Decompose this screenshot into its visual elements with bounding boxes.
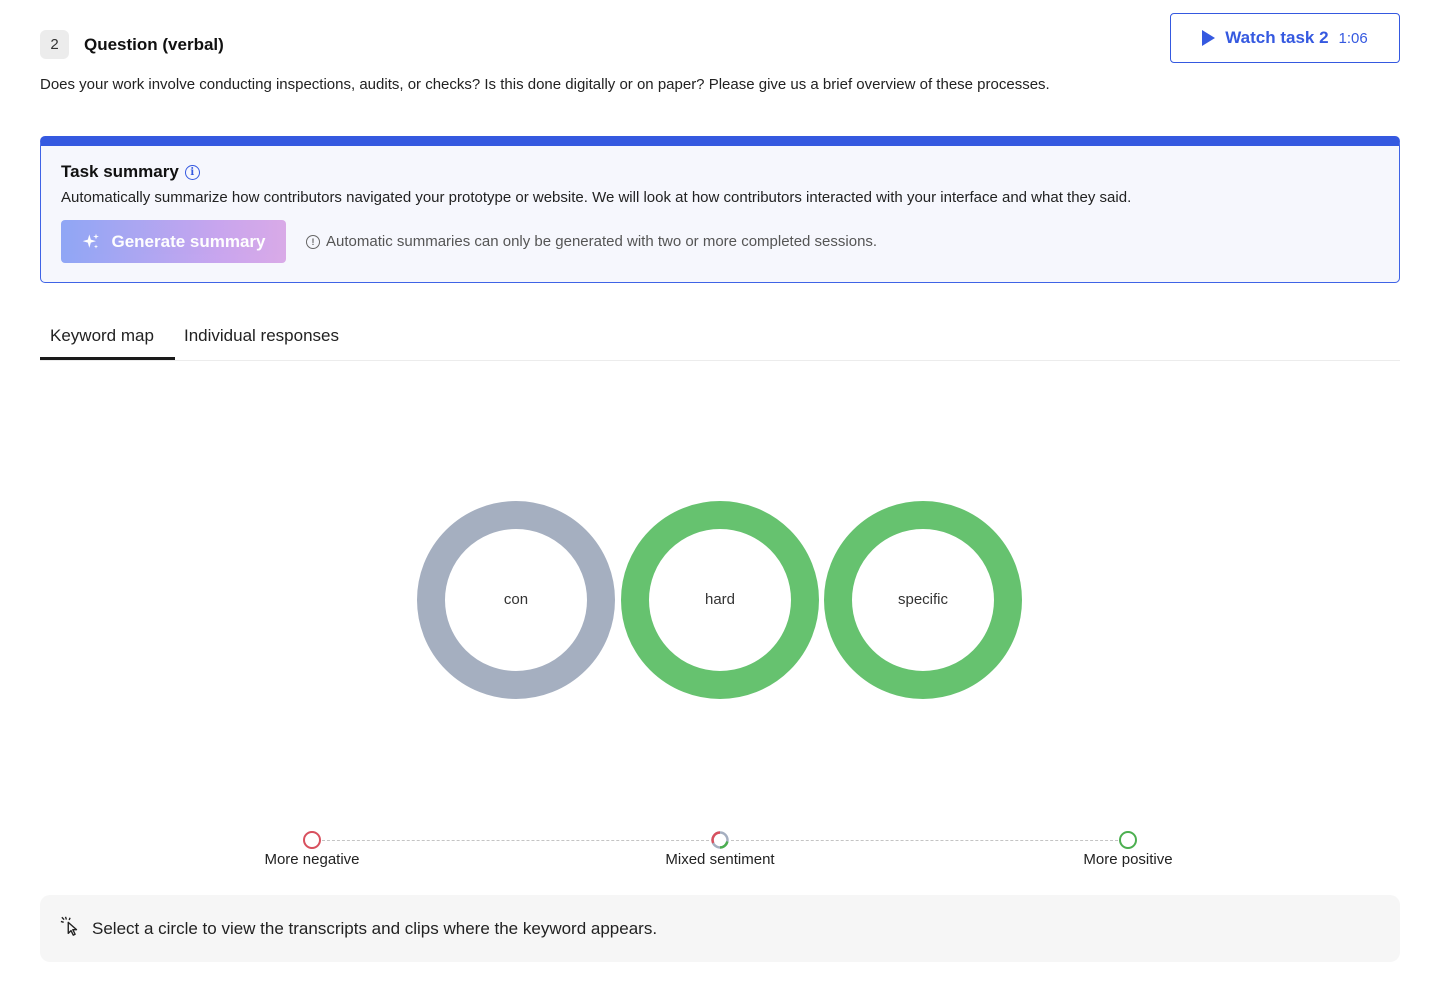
question-text: Does your work involve conducting inspec… (40, 76, 1050, 93)
legend-more-negative: More negative (264, 851, 360, 868)
keyword-circle-hard[interactable]: hard (621, 501, 819, 699)
info-circle-icon: ! (306, 234, 320, 249)
keyword-circle-specific[interactable]: specific (824, 501, 1022, 699)
watch-task-label: Watch task 2 (1225, 28, 1329, 47)
task-summary-card: Task summary i Automatically summarize h… (40, 136, 1400, 283)
task-summary-description: Automatically summarize how contributors… (61, 189, 1132, 206)
keyword-label: specific (898, 591, 949, 608)
tab-individual-responses[interactable]: Individual responses (184, 326, 339, 346)
summary-requirement-note: ! Automatic summaries can only be genera… (306, 233, 877, 250)
tab-keyword-map[interactable]: Keyword map (50, 326, 154, 346)
negative-sentiment-icon (303, 831, 321, 849)
generate-summary-button[interactable]: Generate summary (61, 220, 286, 263)
results-tabs: Keyword map Individual responses (40, 316, 1400, 361)
legend-mixed-sentiment: Mixed sentiment (665, 851, 775, 868)
keyword-circle-con[interactable]: con (417, 501, 615, 699)
task-title: Question (verbal) (84, 35, 224, 54)
cursor-click-icon (60, 916, 78, 936)
sparkle-icon (83, 233, 100, 249)
play-icon (1202, 30, 1216, 46)
mixed-sentiment-icon (711, 831, 729, 849)
tab-active-indicator (40, 357, 175, 360)
keyword-hint-text: Select a circle to view the transcripts … (92, 918, 658, 938)
keyword-label: con (504, 591, 528, 608)
task-page: 2 Question (verbal) Does your work invol… (0, 0, 1440, 1000)
task-summary-title: Task summary (61, 162, 179, 181)
keyword-hint-box: Select a circle to view the transcripts … (40, 895, 1400, 962)
watch-task-duration: 1:06 (1338, 29, 1368, 47)
task-summary-heading: Task summary i (61, 162, 200, 182)
generate-summary-label: Generate summary (111, 231, 266, 251)
summary-requirement-text: Automatic summaries can only be generate… (326, 233, 878, 250)
task-number-badge: 2 (40, 30, 69, 59)
info-icon[interactable]: i (184, 164, 200, 180)
legend-more-positive: More positive (1083, 851, 1173, 868)
keyword-label: hard (705, 591, 735, 608)
positive-sentiment-icon (1119, 831, 1137, 849)
watch-task-button[interactable]: Watch task 2 1:06 (1170, 13, 1400, 63)
